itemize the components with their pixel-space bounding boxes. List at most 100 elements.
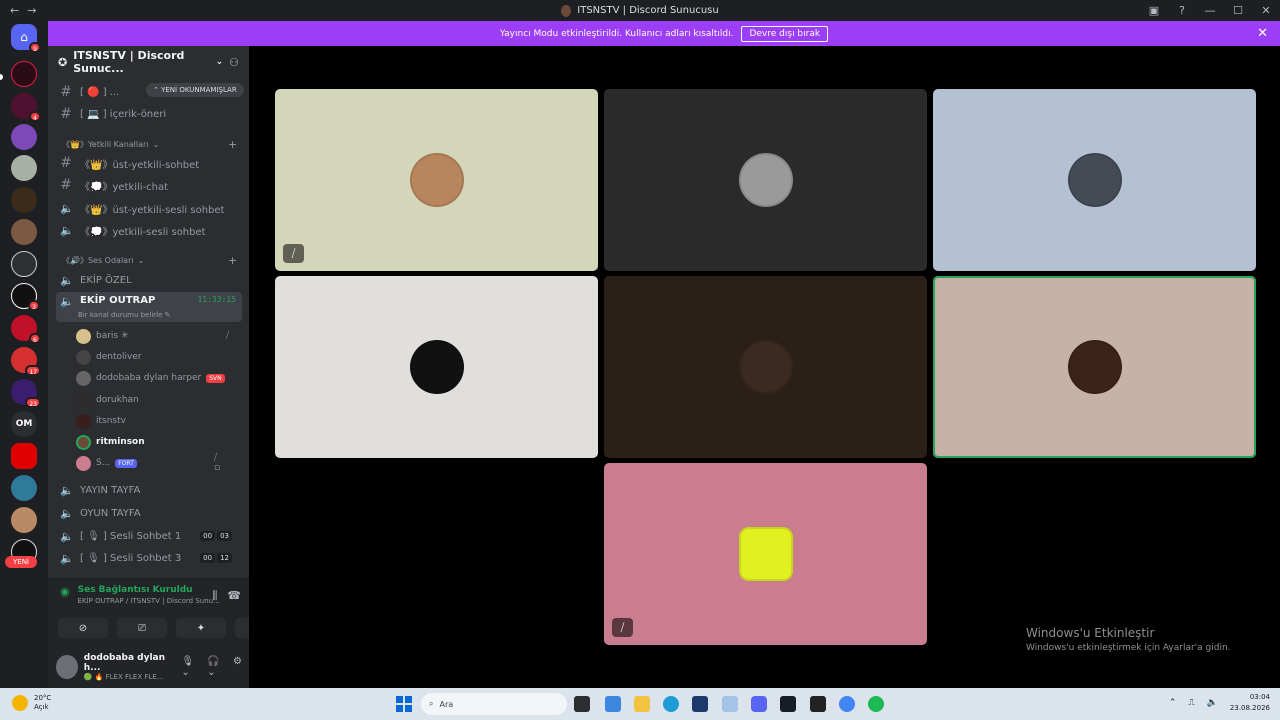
edge-icon[interactable] [663, 696, 679, 712]
voice-channel-sesli-sohbet-1[interactable]: 🔈 [ 🎙 ] Sesli Sohbet 1 00 03 [56, 526, 242, 546]
server-icon-14[interactable] [11, 475, 37, 501]
participant-tile[interactable] [933, 89, 1256, 271]
clock[interactable]: 03:04 23.08.2026 [1230, 692, 1270, 714]
settings-gear-icon[interactable]: ⚙ [233, 656, 242, 678]
microphone-icon[interactable]: 🎙⌄ [181, 656, 199, 678]
activity-button[interactable]: ✦ [176, 618, 226, 638]
taskbar-search[interactable]: ⌕ Ara [421, 693, 567, 715]
new-unread-pill[interactable]: YENİ [5, 556, 37, 568]
server-icon-5[interactable] [11, 187, 37, 213]
server-header[interactable]: ✪ ITSNSTV | Discord Sunuc... ⌄ ⚇ [48, 46, 249, 78]
network-icon[interactable]: ⎍ [1188, 698, 1194, 708]
file-explorer-icon[interactable] [634, 696, 650, 712]
user-panel: dodobaba dylan h... 🟢 🔥 FLEX FLEX FLE...… [56, 653, 242, 681]
server-icon-11[interactable]: 23 [11, 379, 41, 408]
category-yetkili[interactable]: 《👑》Yetkili Kanalları ⌄ + [62, 138, 237, 151]
add-channel-icon[interactable]: + [228, 138, 237, 151]
server-icon-8[interactable]: 3 [11, 283, 40, 311]
hash-icon: # [60, 106, 72, 122]
text-channel-ust-yetkili-sohbet[interactable]: # 《👑》üst-yetkili-sohbet [56, 153, 242, 173]
server-icon-2[interactable]: 4 [11, 93, 41, 122]
voice-user[interactable]: itsnstv [76, 412, 126, 430]
voice-channel-ust-yetkili[interactable]: 🔈 《👑》üst-yetkili-sesli sohbet [56, 198, 242, 218]
noise-suppression-icon[interactable]: ⫼ [212, 589, 217, 603]
connection-status[interactable]: Ses Bağlantısı Kuruldu [78, 585, 220, 595]
speaker-icon: 🔈 [60, 529, 74, 543]
voice-channel-yayin-tayfa[interactable]: 🔈 YAYIN TAYFA [56, 480, 242, 500]
participant-tile[interactable] [604, 89, 927, 271]
discord-taskbar-icon[interactable] [751, 696, 767, 712]
server-icon-om[interactable]: OM [11, 411, 37, 437]
channel-status[interactable]: Bir kanal durumu belirle ✎ [78, 311, 171, 319]
server-icon-13[interactable] [11, 443, 37, 469]
weather-widget[interactable]: 20°C Açık [12, 694, 51, 712]
banner-text: Yayıncı Modu etkinleştirildi. Kullanıcı … [499, 28, 734, 39]
server-icon-7[interactable] [11, 251, 37, 277]
title-bar: ← → ITSNSTV | Discord Sunucusu ▣ ? — ☐ ✕ [0, 0, 1280, 21]
server-icon-15[interactable] [11, 507, 37, 533]
server-icon-9[interactable]: 6 [11, 315, 41, 344]
forward-arrow-icon[interactable]: → [27, 4, 36, 17]
participant-tile[interactable] [275, 276, 598, 458]
voice-user[interactable]: dentoliver [76, 348, 142, 366]
voice-channel-sesli-sohbet-3[interactable]: 🔈 [ 🎙 ] Sesli Sohbet 3 00 12 [56, 548, 242, 568]
avatar[interactable] [56, 655, 78, 679]
voice-channel-ekip-ozel[interactable]: 🔈 EKİP ÖZEL [56, 270, 242, 290]
add-channel-icon[interactable]: + [228, 254, 237, 267]
discord-home-icon[interactable]: ⌂ 9 [11, 24, 41, 53]
voice-user[interactable]: baris ✳ ⧸ [76, 327, 229, 345]
help-icon[interactable]: ? [1168, 4, 1196, 17]
server-icon-4[interactable] [11, 155, 37, 181]
server-icon-3[interactable] [11, 124, 37, 150]
voice-user[interactable]: S... FORT ⧸ ▫ [76, 453, 220, 473]
close-window-button[interactable]: ✕ [1252, 4, 1280, 17]
chrome-icon[interactable] [839, 696, 855, 712]
disconnect-icon[interactable]: ☎ [227, 589, 241, 603]
volume-icon[interactable]: 🔈 [1207, 698, 1218, 708]
store-icon[interactable] [692, 696, 708, 712]
inbox-icon[interactable]: ▣ [1140, 4, 1168, 17]
headphones-icon[interactable]: 🎧⌄ [207, 656, 225, 678]
widgets-icon[interactable] [605, 696, 621, 712]
text-channel-yetkili-chat[interactable]: # 《💭》yetkili-chat [56, 175, 242, 195]
voice-user[interactable]: dodobaba dylan harper SVN [76, 369, 225, 387]
minimize-button[interactable]: — [1196, 4, 1224, 17]
participant-tile-speaking[interactable] [933, 276, 1256, 458]
user-tag: SVN [206, 373, 225, 383]
screen-share-button[interactable]: ⎚ [117, 618, 167, 638]
spotify-icon[interactable] [868, 696, 884, 712]
avatar [76, 455, 91, 471]
text-channel-icerik-oneri[interactable]: # [ 💻 ] içerik-öneri [56, 104, 242, 124]
voice-channel-yetkili[interactable]: 🔈 《💭》yetkili-sesli sohbet [56, 220, 242, 240]
invite-icon[interactable]: ⚇ [229, 56, 239, 69]
custom-status: 🟢 🔥 FLEX FLEX FLE... [83, 673, 164, 681]
avatar [76, 392, 91, 408]
server-icon-10[interactable]: 17 [11, 347, 41, 376]
username: dodobaba dylan h... [83, 653, 166, 673]
category-ses-odalari[interactable]: 《🔊》Ses Odaları ⌄ + [62, 254, 237, 267]
back-arrow-icon[interactable]: ← [10, 4, 19, 17]
voice-user[interactable]: ritminson [76, 433, 145, 451]
maximize-button[interactable]: ☐ [1224, 4, 1252, 17]
participant-tile[interactable]: ⧸ [275, 89, 598, 271]
server-icon-6[interactable] [11, 219, 37, 245]
participant-tile[interactable]: ⧸ [604, 463, 927, 645]
disable-streamer-mode-button[interactable]: Devre dışı bırak [741, 25, 829, 42]
task-view-icon[interactable] [574, 696, 590, 712]
new-unreads-pill[interactable]: ⌃ YENİ OKUNMAMIŞLAR [146, 83, 244, 97]
participant-avatar [738, 153, 793, 207]
server-icon-1[interactable] [11, 61, 37, 87]
app-icon[interactable] [722, 696, 738, 712]
app-icon[interactable] [810, 696, 826, 712]
steam-icon[interactable] [780, 696, 796, 712]
participant-tile[interactable] [604, 276, 927, 458]
voice-user[interactable]: dorukhan [76, 391, 139, 409]
camera-button[interactable]: ⊘ [58, 618, 108, 638]
close-banner-icon[interactable]: ✕ [1257, 26, 1268, 41]
speaker-icon: 🔈 [60, 223, 74, 237]
voice-channel-oyun-tayfa[interactable]: 🔈 OYUN TAYFA [56, 503, 242, 523]
windows-start-icon[interactable] [396, 696, 412, 712]
connection-location[interactable]: EKİP OUTRAP / ITSNSTV | Discord Sunu... [78, 597, 220, 605]
user-limit-counter: 00 12 [200, 553, 232, 563]
chevron-up-icon[interactable]: ⌃ [1169, 698, 1177, 708]
